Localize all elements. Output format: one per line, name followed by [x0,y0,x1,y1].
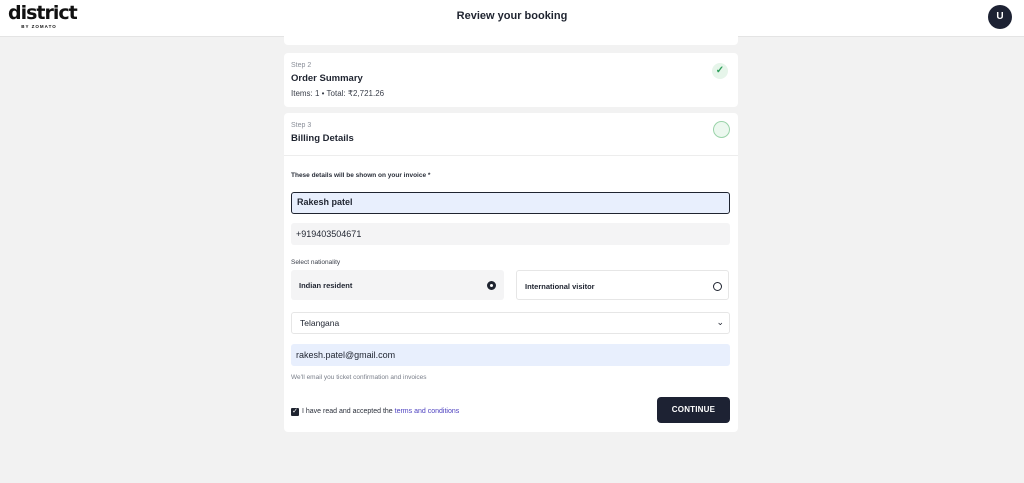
billing-details-title: Billing Details [291,133,354,144]
logo-subtext: BY ZOMATO [21,24,57,29]
page-title: Review your booking [456,10,568,22]
terms-text: I have read and accepted the terms and c… [302,408,459,415]
divider [284,155,738,156]
terms-checkbox[interactable]: ✓ [291,408,299,416]
step-2-label: Step 2 [291,62,312,69]
state-select-value: Telangana [300,318,340,328]
radio-selected-icon[interactable] [487,281,496,290]
state-select[interactable]: Telangana ⌄ [291,312,730,334]
radio-international-label: International visitor [525,282,595,291]
continue-button[interactable]: CONTINUE [657,397,730,423]
step-1-card [284,29,738,45]
email-field[interactable]: rakesh.patel@gmail.com [291,344,730,366]
phone-field[interactable]: +919403504671 [291,223,730,245]
email-note: We'll email you ticket confirmation and … [291,374,427,381]
invoice-hint: These details will be shown on your invo… [291,172,431,179]
terms-link[interactable]: terms and conditions [395,408,460,415]
radio-international-visitor[interactable]: International visitor [516,270,729,300]
nationality-label: Select nationality [291,259,341,266]
check-icon: ✓ [712,63,728,79]
order-summary-meta: Items: 1 • Total: ₹2,721.26 [291,89,385,98]
name-field[interactable]: Rakesh patel [291,192,730,214]
pending-circle-icon [713,121,730,138]
terms-prefix: I have read and accepted the [302,408,393,415]
radio-indian-label: Indian resident [299,281,353,290]
radio-indian-resident[interactable]: Indian resident [291,270,504,300]
order-summary-card[interactable]: Step 2 Order Summary Items: 1 • Total: ₹… [284,53,738,107]
radio-unselected-icon[interactable] [713,282,722,291]
step-3-label: Step 3 [291,122,312,129]
order-summary-title: Order Summary [291,73,363,84]
billing-details-card: Step 3 Billing Details These details wil… [284,113,738,432]
chevron-down-icon: ⌄ [716,317,724,327]
user-avatar[interactable]: U [988,5,1012,29]
